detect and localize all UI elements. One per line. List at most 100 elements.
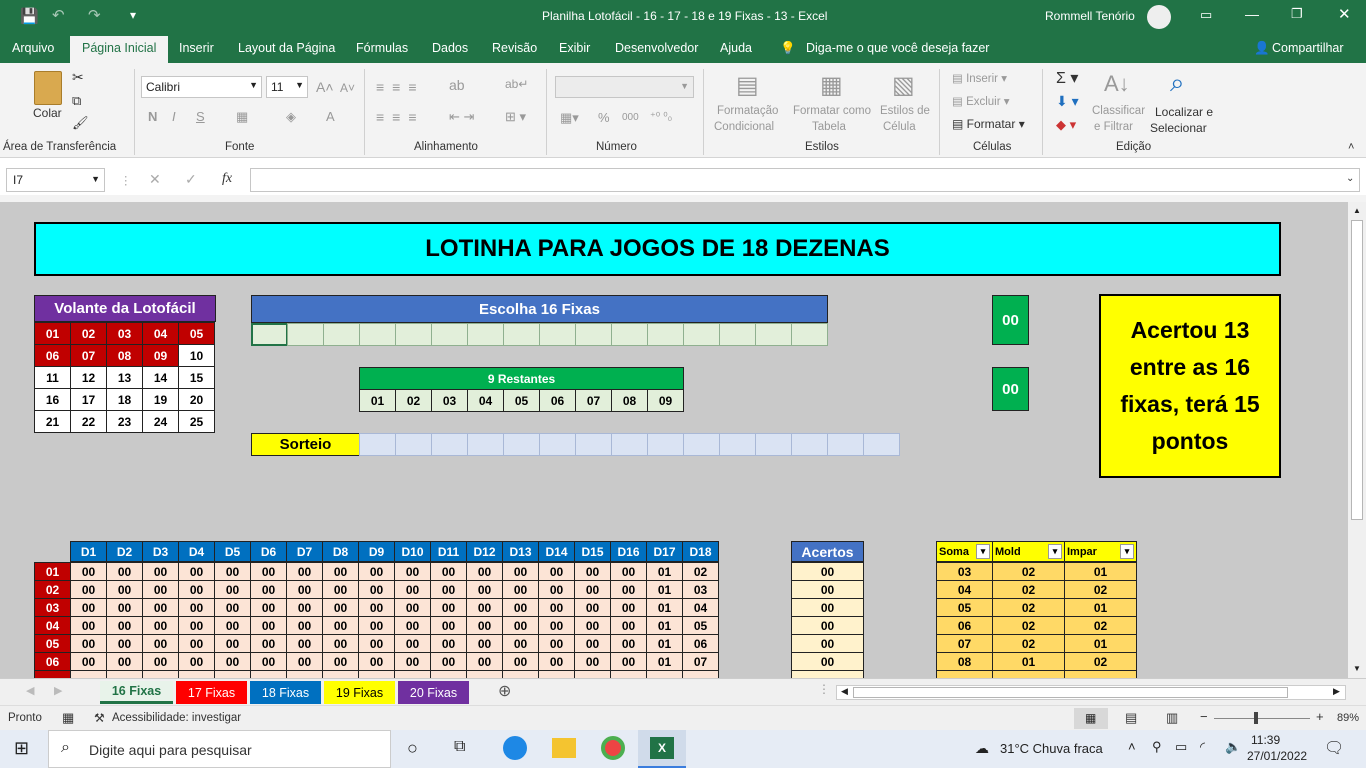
game-cell-partial[interactable] (178, 670, 215, 678)
sorteio-input-cell[interactable] (575, 433, 612, 456)
sheet-tab-18-fixas[interactable]: 18 Fixas (250, 681, 321, 704)
align-horizontal-icons[interactable]: ≡≡≡ (376, 109, 425, 125)
conditional-format-icon[interactable]: ▤ (736, 71, 759, 100)
new-sheet-icon[interactable]: ⊕ (498, 681, 511, 701)
share-button[interactable]: Compartilhar (1272, 41, 1344, 55)
game-cell[interactable]: 00 (106, 580, 143, 599)
mold-cell[interactable]: 01 (992, 652, 1065, 671)
vertical-scrollbar[interactable]: ▲ ▼ (1348, 202, 1366, 678)
notification-icon[interactable]: 🗨 (1324, 738, 1344, 758)
wrap-text-icon[interactable]: ab↵ (505, 77, 528, 91)
game-cell-partial[interactable] (538, 670, 575, 678)
format-table-label-1[interactable]: Formatar como (793, 105, 871, 117)
restantes-cell[interactable]: 02 (395, 389, 432, 412)
normal-view-button[interactable]: ▦ (1074, 708, 1108, 729)
sheet-title[interactable]: LOTINHA PARA JOGOS DE 18 DEZENAS (34, 222, 1281, 276)
volante-cell[interactable]: 25 (178, 410, 215, 433)
restantes-cell[interactable]: 09 (647, 389, 684, 412)
game-cell[interactable]: 00 (106, 634, 143, 653)
tab-inserir[interactable]: Inserir (179, 41, 214, 55)
game-cell-partial[interactable] (610, 670, 647, 678)
mold-cell[interactable]: 02 (992, 598, 1065, 617)
game-cell[interactable]: 00 (358, 580, 395, 599)
volante-cell[interactable]: 08 (106, 344, 143, 367)
tray-chevron-icon[interactable]: ˄ (1128, 739, 1136, 754)
game-cell-partial[interactable] (574, 670, 611, 678)
d-column-header[interactable]: D13 (502, 541, 539, 562)
volante-cell[interactable]: 10 (178, 344, 215, 367)
task-view-icon[interactable]: ⧉ (454, 738, 465, 756)
escolha-input-cell[interactable] (539, 323, 576, 346)
tab-dados[interactable]: Dados (432, 41, 468, 55)
acertos-header[interactable]: Acertos (791, 541, 864, 562)
game-cell[interactable]: 00 (358, 598, 395, 617)
sort-label-2[interactable]: e Filtrar (1094, 121, 1133, 133)
italic-button[interactable]: I (172, 109, 176, 124)
game-cell[interactable]: 04 (682, 598, 719, 617)
soma-cell[interactable]: 05 (936, 598, 993, 617)
acertos-cell-partial[interactable] (791, 670, 864, 678)
restantes-cell[interactable]: 05 (503, 389, 540, 412)
game-cell[interactable]: 00 (142, 562, 179, 581)
autosum-icon[interactable]: Σ ▾ (1056, 68, 1078, 88)
sort-label-1[interactable]: Classificar (1092, 105, 1145, 117)
mold-cell[interactable]: 02 (992, 580, 1065, 599)
restantes-cell[interactable]: 03 (431, 389, 468, 412)
copy-icon[interactable]: ⧉ (72, 93, 81, 109)
game-cell[interactable]: 00 (574, 580, 611, 599)
bold-button[interactable]: N (148, 109, 157, 124)
acertos-cell[interactable]: 00 (791, 580, 864, 599)
sorteio-input-cell[interactable] (539, 433, 576, 456)
clock-time[interactable]: 11:39 (1251, 733, 1280, 747)
game-cell[interactable]: 00 (214, 652, 251, 671)
sorteio-input-cell[interactable] (863, 433, 900, 456)
escolha-input-cell[interactable] (755, 323, 792, 346)
sorteio-input-cell[interactable] (827, 433, 864, 456)
weather-icon[interactable]: ☁ (975, 740, 989, 757)
indent-icons[interactable]: ⇤ ⇥ (449, 109, 474, 125)
underline-button[interactable]: S (196, 109, 205, 124)
fill-color-icon[interactable]: ◈ (286, 109, 296, 125)
sorteio-input-cell[interactable] (611, 433, 648, 456)
row-number[interactable]: 03 (34, 598, 71, 617)
sheet-tab-16-fixas[interactable]: 16 Fixas (100, 681, 173, 704)
weather-text[interactable]: 31°C Chuva fraca (1000, 741, 1103, 756)
game-cell[interactable]: 00 (286, 634, 323, 653)
game-cell[interactable]: 00 (286, 562, 323, 581)
d-column-header[interactable]: D12 (466, 541, 503, 562)
game-cell[interactable]: 00 (430, 598, 467, 617)
game-cell[interactable]: 00 (538, 616, 575, 635)
impar-cell[interactable]: 01 (1064, 562, 1137, 581)
game-cell[interactable]: 01 (646, 562, 683, 581)
tab-ajuda[interactable]: Ajuda (720, 41, 752, 55)
game-cell[interactable]: 00 (466, 616, 503, 635)
d-column-header[interactable]: D6 (250, 541, 287, 562)
game-cell[interactable]: 00 (502, 598, 539, 617)
minimize-icon[interactable]: — (1245, 6, 1259, 22)
game-cell[interactable]: 00 (250, 652, 287, 671)
game-cell[interactable]: 00 (142, 634, 179, 653)
game-cell[interactable]: 00 (574, 598, 611, 617)
cond-format-label-1[interactable]: Formatação (717, 105, 778, 117)
game-cell[interactable]: 00 (430, 634, 467, 653)
d-column-header[interactable]: D11 (430, 541, 467, 562)
game-cell[interactable]: 00 (394, 634, 431, 653)
formula-input[interactable] (250, 168, 1360, 192)
close-icon[interactable]: ✕ (1338, 5, 1351, 23)
game-cell[interactable]: 00 (178, 652, 215, 671)
game-cell-partial[interactable] (394, 670, 431, 678)
game-cell[interactable]: 00 (250, 598, 287, 617)
file-explorer-icon[interactable] (552, 738, 576, 758)
d-column-header[interactable]: D1 (70, 541, 107, 562)
volante-cell[interactable]: 16 (34, 388, 71, 411)
game-cell[interactable]: 00 (286, 652, 323, 671)
game-cell[interactable]: 03 (682, 580, 719, 599)
tab-pagina-inicial[interactable]: Página Inicial (70, 36, 169, 63)
game-cell[interactable]: 00 (538, 580, 575, 599)
undo-icon[interactable]: ↶ (52, 6, 65, 24)
d-column-header[interactable]: D10 (394, 541, 431, 562)
game-cell[interactable]: 00 (142, 652, 179, 671)
game-cell[interactable]: 00 (502, 616, 539, 635)
volante-cell[interactable]: 02 (70, 322, 107, 345)
zoom-slider-thumb[interactable] (1254, 712, 1258, 724)
